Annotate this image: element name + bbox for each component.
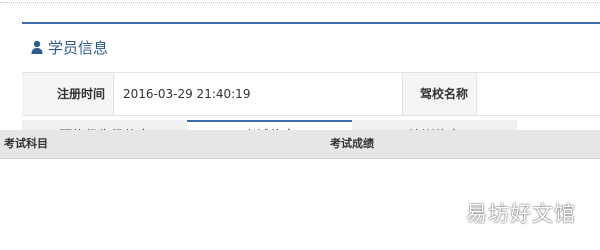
- panel-header: 学员信息: [22, 34, 108, 60]
- top-divider: [0, 2, 600, 3]
- panel-title: 学员信息: [48, 38, 109, 57]
- user-icon: [31, 40, 43, 54]
- driving-school-label: 驾校名称: [402, 73, 477, 115]
- exam-table-header: 考试科目 考试成绩: [0, 130, 600, 159]
- driving-school-value: [477, 73, 600, 115]
- student-info-panel: 学员信息 注册时间 2016-03-29 21:40:19 驾校名称 预约优先级…: [22, 22, 600, 184]
- column-header-exam-subject: 考试科目: [4, 137, 48, 150]
- column-header-exam-score: 考试成绩: [330, 137, 374, 150]
- watermark: 易坊好文馆: [466, 202, 576, 226]
- info-row: 注册时间 2016-03-29 21:40:19 驾校名称: [22, 72, 600, 116]
- registration-time-label: 注册时间: [22, 73, 114, 115]
- registration-time-value: 2016-03-29 21:40:19: [114, 73, 402, 115]
